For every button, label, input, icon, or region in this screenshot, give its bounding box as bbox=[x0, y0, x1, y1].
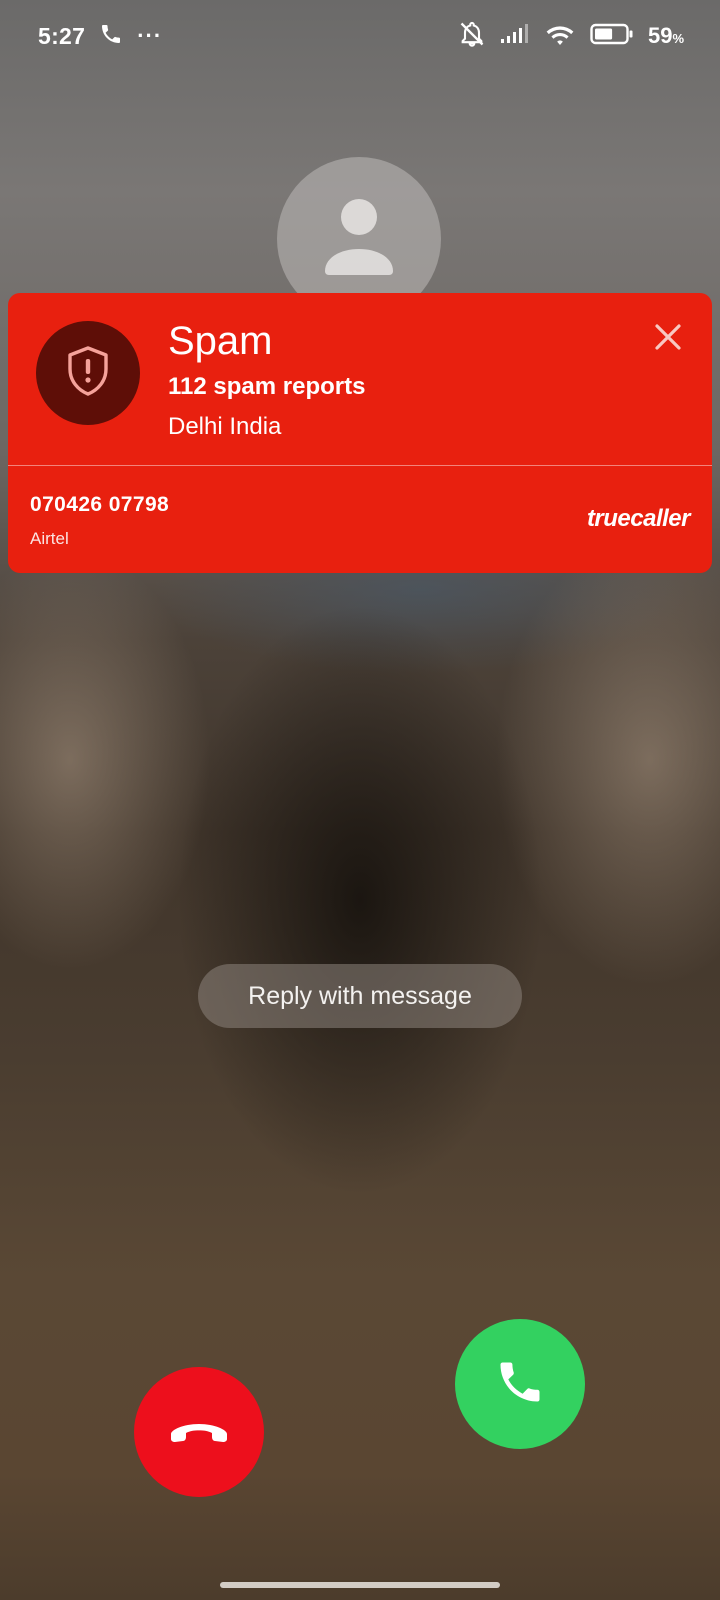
status-time: 5:27 bbox=[38, 22, 86, 49]
spam-report-count: 112 spam reports bbox=[168, 373, 366, 400]
battery-percent-unit: % bbox=[672, 31, 684, 46]
accept-call-button[interactable] bbox=[455, 1319, 585, 1449]
hang-up-icon bbox=[167, 1415, 231, 1450]
wifi-icon bbox=[544, 21, 576, 52]
battery-percent: 59% bbox=[648, 23, 684, 49]
card-divider bbox=[8, 465, 712, 466]
more-indicator: ··· bbox=[137, 23, 163, 48]
reply-with-message-button[interactable]: Reply with message bbox=[198, 964, 522, 1028]
status-left: 5:27 ··· bbox=[38, 22, 162, 51]
caller-carrier: Airtel bbox=[30, 529, 69, 548]
phone-icon bbox=[494, 1356, 546, 1413]
status-bar: 5:27 ··· 59% bbox=[0, 0, 720, 72]
home-indicator[interactable] bbox=[220, 1582, 500, 1588]
mute-bell-icon bbox=[458, 20, 486, 53]
decline-call-button[interactable] bbox=[134, 1367, 264, 1497]
close-button[interactable] bbox=[650, 319, 686, 355]
close-icon bbox=[650, 324, 686, 359]
truecaller-logo: truecaller bbox=[586, 505, 691, 532]
reply-button-label: Reply with message bbox=[248, 981, 472, 1010]
person-icon bbox=[319, 197, 399, 280]
battery-percent-value: 59 bbox=[647, 23, 673, 48]
spam-alert-card[interactable]: Spam 112 spam reports Delhi India 070426… bbox=[8, 293, 712, 573]
spam-title: Spam bbox=[168, 319, 273, 363]
signal-icon bbox=[500, 23, 530, 50]
shield-alert-icon bbox=[64, 345, 112, 402]
battery-icon bbox=[590, 22, 634, 51]
caller-number: 070426 07798 bbox=[30, 493, 170, 516]
status-right: 59% bbox=[458, 20, 684, 53]
call-icon bbox=[99, 22, 123, 51]
caller-location: Delhi India bbox=[168, 413, 282, 440]
shield-badge bbox=[36, 321, 140, 425]
